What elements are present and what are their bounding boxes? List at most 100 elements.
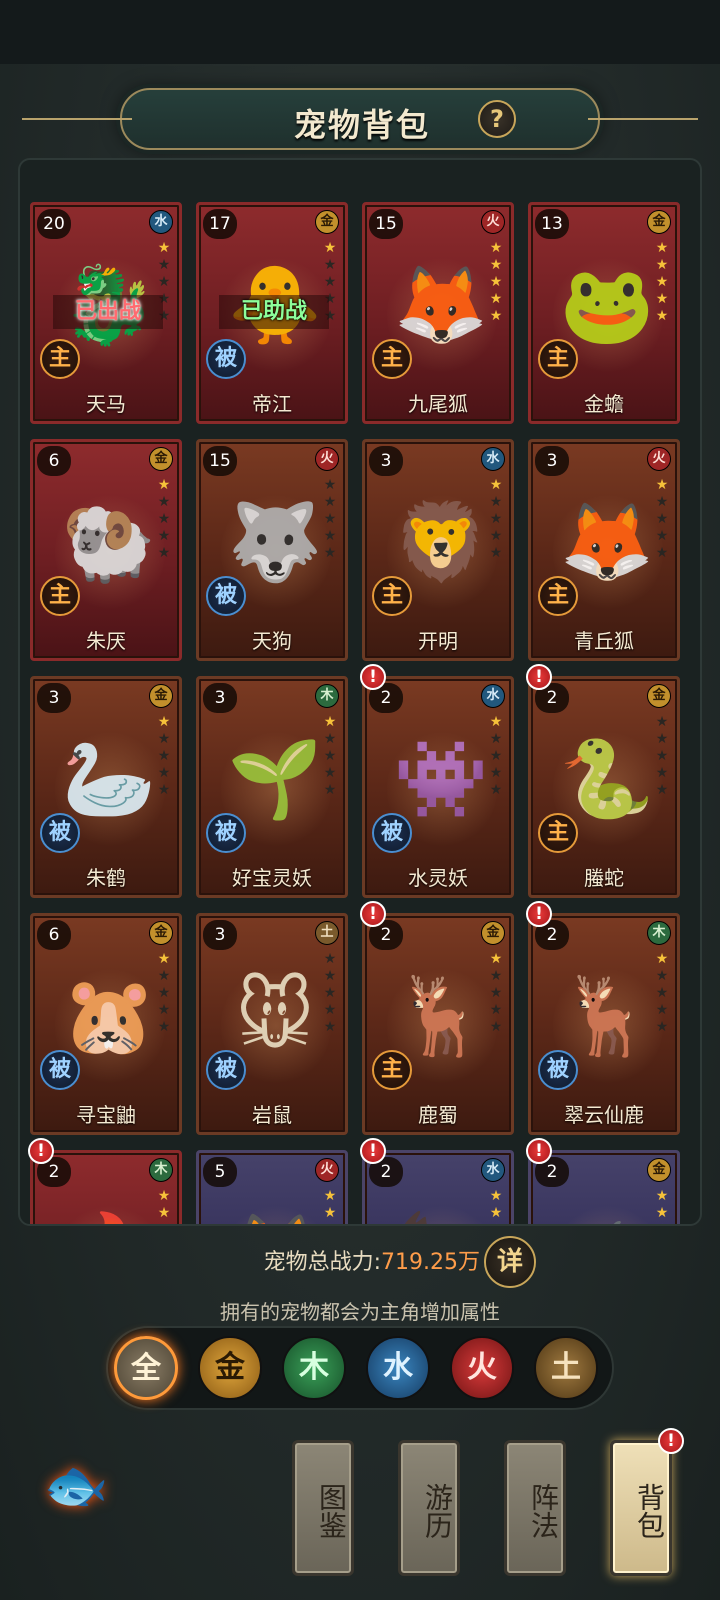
star-icon: ★ xyxy=(655,511,669,527)
star-icon: ★ xyxy=(655,494,669,510)
pet-card[interactable]: 🐏 6 金 ★ ★ ★ ★ ★ 主朱厌 xyxy=(30,439,182,661)
pet-name: 青丘狐 xyxy=(574,629,634,653)
star-icon: ★ xyxy=(322,1222,338,1224)
star-icon: ★ xyxy=(489,477,503,493)
star-icon: ★ xyxy=(157,528,171,544)
pet-level: 6 xyxy=(37,920,71,950)
star-rating: ★ ★ ★ ★ ★ xyxy=(488,714,504,799)
pet-card[interactable]: 🐍 2 金 ★ ★ ★ ★ ★ 主螣蛇 xyxy=(528,676,680,898)
filter-wood-button[interactable]: 木 xyxy=(282,1336,346,1400)
filter-metal-button[interactable]: 金 xyxy=(198,1336,262,1400)
pet-card[interactable]: 🐉20水★★★★★已出战主天马 xyxy=(30,202,182,424)
star-icon: ★ xyxy=(489,257,503,273)
new-alert-icon: ! xyxy=(360,664,386,690)
hint-text: 拥有的宠物都会为主角增加属性 xyxy=(220,1300,500,1324)
pet-name: 螣蛇 xyxy=(584,866,624,890)
new-alert-icon: ! xyxy=(526,664,552,690)
pet-card[interactable]: 🐸 13 金 ★ ★ ★ ★ ★ 主金蟾 xyxy=(528,202,680,424)
active-skill-icon: 主 xyxy=(40,576,80,616)
pet-card[interactable]: 🌱 3 木 ★ ★ ★ ★ ★ 被好宝灵妖 xyxy=(196,676,348,898)
star-icon: ★ xyxy=(157,731,171,747)
star-icon: ★ xyxy=(157,257,171,273)
fish-icon[interactable]: 🐟 xyxy=(28,1456,124,1516)
pet-card[interactable]: 🦌 2 金 ★ ★ ★ ★ ★ 主鹿蜀 xyxy=(362,913,514,1135)
star-rating: ★ ★ ★ ★ ★ xyxy=(488,477,504,562)
star-icon: ★ xyxy=(157,1002,171,1018)
filter-earth-button[interactable]: 土 xyxy=(534,1336,598,1400)
pet-card[interactable]: 🦢 3 金 ★ ★ ★ ★ ★ 被朱鹤 xyxy=(30,676,182,898)
pet-name: 朱厌 xyxy=(86,629,126,653)
pet-card[interactable]: 🦌 2 木 ★ ★ ★ ★ ★ 被翠云仙鹿 xyxy=(528,913,680,1135)
star-icon: ★ xyxy=(655,528,669,544)
pet-level: 3 xyxy=(369,446,403,476)
pet-level: 3 xyxy=(203,683,237,713)
nav-youli-button[interactable]: 游历 xyxy=(398,1440,460,1576)
pet-level: 5 xyxy=(203,1157,237,1187)
help-button[interactable]: ? xyxy=(478,100,516,138)
filter-fire-button[interactable]: 火 xyxy=(450,1336,514,1400)
star-icon: ★ xyxy=(655,731,669,747)
star-icon: ★ xyxy=(157,765,171,781)
active-skill-icon: 主 xyxy=(40,339,80,379)
filter-all-button[interactable]: 全 xyxy=(114,1336,178,1400)
star-icon: ★ xyxy=(489,528,503,544)
element-badge: 火 xyxy=(481,210,505,234)
star-icon: ★ xyxy=(655,240,669,256)
pet-card[interactable]: 🐭 3 土 ★ ★ ★ ★ ★ 被岩鼠 xyxy=(196,913,348,1135)
element-badge: 火 xyxy=(315,1158,339,1182)
pet-card[interactable]: 🦋2金★★★ xyxy=(528,1150,680,1224)
star-icon: ★ xyxy=(323,731,337,747)
pet-card[interactable]: 🔥2木★★★ xyxy=(30,1150,182,1224)
element-badge: 木 xyxy=(149,1158,173,1182)
pet-level: 13 xyxy=(535,209,569,239)
star-rating: ★ ★ ★ ★ ★ xyxy=(654,477,670,562)
star-icon: ★ xyxy=(157,968,171,984)
pet-card[interactable]: 🐹 6 金 ★ ★ ★ ★ ★ 被寻宝鼬 xyxy=(30,913,182,1135)
title-banner: 宠物背包 xyxy=(22,88,698,150)
star-icon: ★ xyxy=(489,291,503,307)
star-icon: ★ xyxy=(157,494,171,510)
element-badge: 木 xyxy=(315,684,339,708)
detail-button[interactable]: 详 xyxy=(484,1236,536,1288)
pet-card[interactable]: 🐥17金★★★★★已助战被帝江 xyxy=(196,202,348,424)
active-skill-icon: 主 xyxy=(372,339,412,379)
pet-level: 15 xyxy=(369,209,403,239)
star-icon: ★ xyxy=(655,714,669,730)
star-icon: ★ xyxy=(157,477,171,493)
pet-card[interactable]: 🦊 3 火 ★ ★ ★ ★ ★ 主青丘狐 xyxy=(528,439,680,661)
pet-card[interactable]: 🦊 15 火 ★ ★ ★ ★ ★ 主九尾狐 xyxy=(362,202,514,424)
nav-zhenfa-button[interactable]: 阵法 xyxy=(504,1440,566,1576)
pet-level: 3 xyxy=(203,920,237,950)
nav-beibao-label: 背包 xyxy=(633,1483,666,1539)
star-icon: ★ xyxy=(655,765,669,781)
star-icon: ★ xyxy=(323,748,337,764)
pet-name: 鹿蜀 xyxy=(418,1103,458,1127)
star-icon: ★ xyxy=(655,985,669,1001)
star-icon: ★ xyxy=(655,477,669,493)
pet-card[interactable]: 🦅2水★★★ xyxy=(362,1150,514,1224)
star-icon: ★ xyxy=(323,528,337,544)
pet-name: 天马 xyxy=(86,392,126,416)
element-badge: 金 xyxy=(647,684,671,708)
star-icon: ★ xyxy=(157,951,171,967)
star-icon: ★ xyxy=(489,1019,503,1035)
nav-beibao-alert-icon: ! xyxy=(658,1428,684,1454)
star-icon: ★ xyxy=(655,257,669,273)
pet-name: 九尾狐 xyxy=(408,392,468,416)
pet-card[interactable]: 🐺 15 火 ★ ★ ★ ★ ★ 被天狗 xyxy=(196,439,348,661)
element-badge: 金 xyxy=(647,1158,671,1182)
pet-card[interactable]: 👾 2 水 ★ ★ ★ ★ ★ 被水灵妖 xyxy=(362,676,514,898)
star-rating: ★ ★ ★ ★ ★ xyxy=(488,240,504,325)
star-icon: ★ xyxy=(157,985,171,1001)
star-icon: ★ xyxy=(323,714,337,730)
star-icon: ★ xyxy=(489,511,503,527)
star-icon: ★ xyxy=(489,1188,503,1204)
filter-water-button[interactable]: 水 xyxy=(366,1336,430,1400)
nav-tujian-button[interactable]: 图鉴 xyxy=(292,1440,354,1576)
pet-card[interactable]: 🦁 3 水 ★ ★ ★ ★ ★ 主开明 xyxy=(362,439,514,661)
new-alert-icon: ! xyxy=(28,1138,54,1164)
star-icon: ★ xyxy=(489,1002,503,1018)
element-badge: 火 xyxy=(315,447,339,471)
nav-beibao-button[interactable]: 背包 xyxy=(610,1440,672,1576)
pet-card[interactable]: 🦊5火★★★ xyxy=(196,1150,348,1224)
